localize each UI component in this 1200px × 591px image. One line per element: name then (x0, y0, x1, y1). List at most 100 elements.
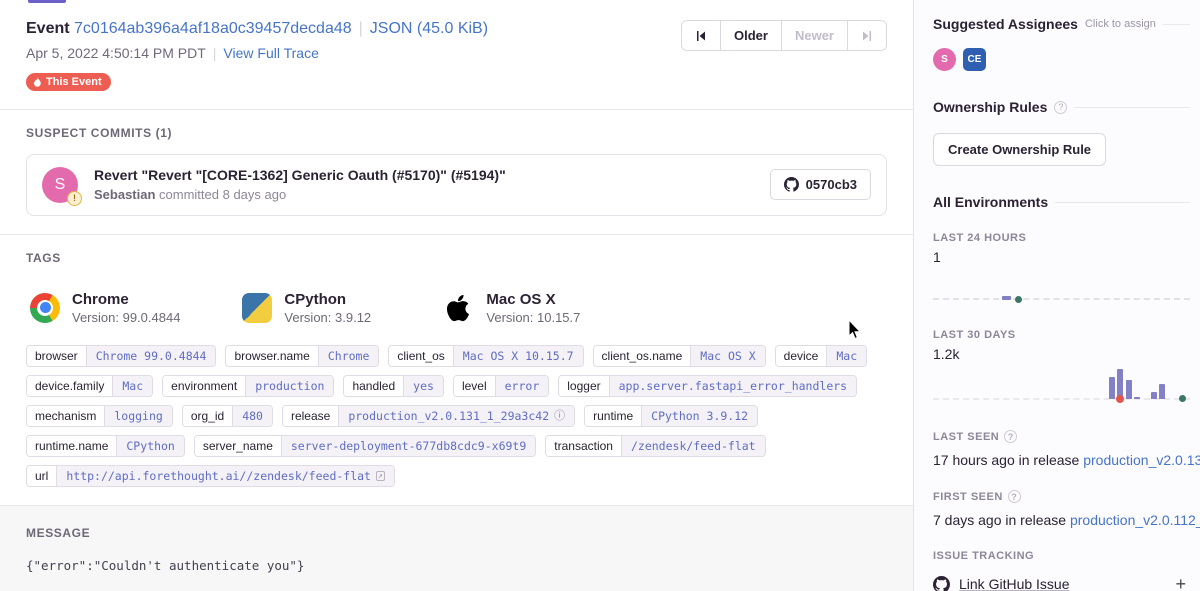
flame-icon (34, 76, 41, 87)
tag-key: browser (27, 345, 86, 366)
tag-pill[interactable]: transaction/zendesk/feed-flat (545, 434, 766, 457)
tag-key: level (453, 375, 495, 396)
help-icon[interactable]: ? (1007, 490, 1021, 503)
tag-pill[interactable]: org_id 480 (181, 404, 273, 427)
tag-pill[interactable]: url http://api.forethought.ai//zendesk/fe… (26, 464, 395, 487)
tag-pill[interactable]: release production_v2.0.131_1_29a3c42 ⓘ (281, 404, 576, 427)
tag-pill[interactable]: mechanism logging (26, 404, 173, 427)
tag-key: handled (344, 375, 404, 396)
first-seen-release-link[interactable]: production_v2.0.112_1_ (1070, 512, 1200, 528)
message-title: MESSAGE (26, 525, 91, 540)
tag-value[interactable]: production (245, 375, 334, 396)
issue-tracking-label: ISSUE TRACKING (933, 550, 1035, 562)
tag-pill[interactable]: device.family Mac (26, 374, 154, 397)
external-link-icon[interactable]: ↗ (375, 470, 385, 481)
event-timestamp: Apr 5, 2022 4:50:14 PM PDT (26, 45, 206, 61)
tag-key: transaction (546, 435, 621, 456)
tag-value-text: app.server.fastapi_error_handlers (618, 378, 848, 393)
tag-value[interactable]: error (494, 375, 549, 396)
tag-value[interactable]: app.server.fastapi_error_handlers (608, 375, 857, 396)
event-label: Event (26, 20, 70, 37)
tag-value-text: yes (413, 378, 434, 393)
tag-pill[interactable]: server_name server-deployment-677db8cdc9-… (193, 434, 537, 457)
context-name: CPython (284, 290, 347, 308)
tag-pill[interactable]: browser.name Chrome (225, 344, 380, 367)
ownership-rules-header: Ownership Rules ? (933, 99, 1190, 115)
newer-event-button[interactable]: Newer (780, 21, 847, 50)
tag-value[interactable]: Chrome (317, 345, 379, 366)
tag-pill[interactable]: runtime CPython 3.9.12 (584, 404, 759, 427)
json-download-link[interactable]: JSON (45.0 KiB) (370, 20, 488, 37)
tag-key: runtime (585, 405, 642, 426)
tag-pill[interactable]: client_os Mac OS X 10.15.7 (388, 344, 584, 367)
tag-value[interactable]: http://api.forethought.ai//zendesk/feed-… (56, 465, 394, 486)
tag-value[interactable]: server-deployment-677db8cdc9-x69t9 (280, 435, 536, 456)
tag-value[interactable]: CPython 3.9.12 (641, 405, 758, 426)
help-icon[interactable]: ? (1054, 100, 1068, 114)
tag-key: client_os.name (593, 345, 691, 366)
current-event-marker (1178, 395, 1186, 402)
event-id-link[interactable]: 7c0164ab396a4af18a0c39457decda48 (74, 20, 352, 37)
tag-value-text: Chrome (327, 348, 370, 363)
apple-icon (444, 293, 474, 323)
assignee-avatar[interactable]: CE (963, 48, 986, 71)
tag-value[interactable]: Mac OS X (690, 345, 765, 366)
tag-value[interactable]: Mac OS X 10.15.7 (452, 345, 583, 366)
tag-value[interactable]: production_v2.0.131_1_29a3c42 ⓘ (338, 405, 575, 426)
tag-pill[interactable]: client_os.name Mac OS X (592, 344, 766, 367)
suspect-commits-title: SUSPECT COMMITS (1) (26, 125, 173, 140)
info-icon[interactable]: ⓘ (554, 410, 565, 421)
context-version: Version: 3.9.12 (284, 309, 372, 325)
python-icon (242, 292, 273, 323)
tag-value[interactable]: /zendesk/feed-flat (620, 435, 765, 456)
tag-key: logger (559, 375, 609, 396)
help-icon[interactable]: ? (1004, 430, 1018, 443)
event-count-bar (1125, 380, 1132, 399)
commit-sha-button[interactable]: 0570cb3 (769, 169, 871, 200)
older-event-button[interactable]: Older (720, 21, 781, 50)
link-github-issue-link[interactable]: Link GitHub Issue (959, 576, 1166, 591)
event-count-bar (1134, 397, 1140, 399)
event-count-bar (1109, 377, 1115, 399)
last-30d-label: LAST 30 DAYS (933, 329, 1016, 341)
tag-pills: browser Chrome 99.0.4844 browser.name Chrom… (26, 344, 887, 487)
tag-pill[interactable]: logger app.server.fastapi_error_handlers (558, 374, 858, 397)
tag-pill[interactable]: level error (452, 374, 550, 397)
tag-value-text: Mac OS X (700, 348, 756, 363)
first-seen-label: FIRST SEEN? (933, 490, 1200, 503)
add-issue-link-button[interactable]: + (1175, 575, 1186, 591)
event-header: Event 7c0164ab396a4af18a0c39457decda48 | J… (0, 0, 913, 93)
event-count-bar (1159, 384, 1165, 399)
tag-pill[interactable]: runtime.name CPython (26, 434, 185, 457)
create-ownership-rule-button[interactable]: Create Ownership Rule (933, 133, 1107, 166)
skip-to-first-icon (697, 30, 705, 41)
suspect-commits-section: SUSPECT COMMITS (1) S ! Revert "Revert "… (0, 110, 913, 234)
assignee-avatar[interactable]: S (933, 48, 956, 71)
last-24h-label: LAST 24 HOURS (933, 232, 1027, 244)
tag-value[interactable]: Mac (112, 375, 153, 396)
view-full-trace-link[interactable]: View Full Trace (223, 45, 318, 61)
tag-pill[interactable]: device Mac (774, 344, 868, 367)
tag-value[interactable]: 480 (232, 405, 272, 426)
tag-value[interactable]: Mac (826, 345, 867, 366)
event-count-bar (1002, 296, 1012, 300)
tag-pill[interactable]: handled yes (343, 374, 444, 397)
last-24h-count: 1 (933, 249, 941, 265)
tag-value-text: http://api.forethought.ai//zendesk/feed-… (66, 468, 371, 483)
tag-value[interactable]: yes (403, 375, 443, 396)
last-seen-release-link[interactable]: production_v2.0.131_1 (1083, 452, 1200, 468)
tag-value[interactable]: Chrome 99.0.4844 (85, 345, 216, 366)
all-environments-title: All Environments (933, 194, 1049, 210)
oldest-event-button[interactable] (682, 21, 720, 50)
tag-pill[interactable]: browser Chrome 99.0.4844 (26, 344, 217, 367)
github-issue-row: Link GitHub Issue + (933, 575, 1186, 591)
last-seen-text: 17 hours ago in release production_v2.0.… (933, 452, 1200, 468)
suggested-assignees-title: Suggested Assignees (933, 16, 1078, 32)
tag-value[interactable]: CPython (116, 435, 184, 456)
tag-pill[interactable]: environment production (162, 374, 335, 397)
context-item: Chrome Version: 99.0.4844 (30, 291, 180, 325)
context-version: Version: 99.0.4844 (72, 309, 181, 325)
tag-value-text: error (504, 378, 540, 393)
tag-value[interactable]: logging (104, 405, 172, 426)
newest-event-button[interactable] (847, 21, 886, 50)
